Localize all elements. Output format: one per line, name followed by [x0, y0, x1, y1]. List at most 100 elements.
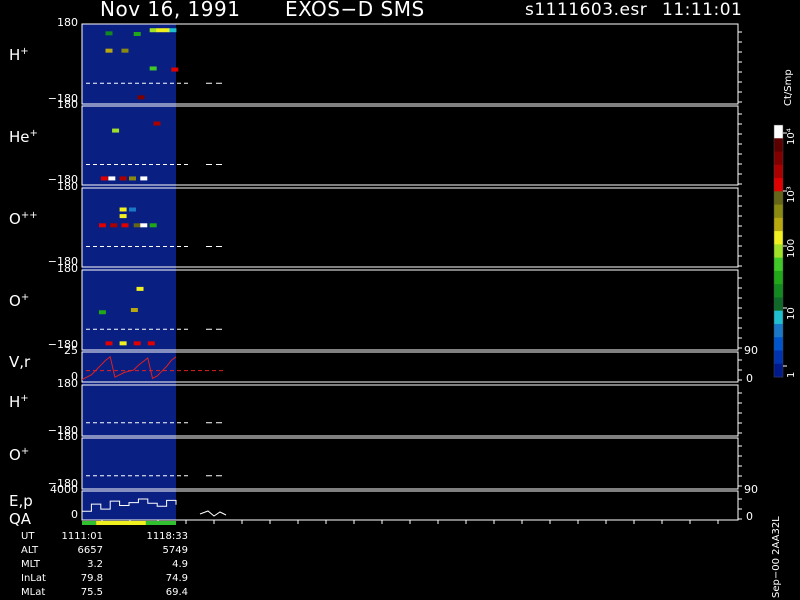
ephemeris-value-end: 5749 [162, 545, 188, 556]
panel-label-O++: O++ [9, 210, 38, 228]
panel-label-superscript: + [20, 392, 29, 404]
data-coverage-region [82, 24, 176, 520]
heatmap-cell-O++ [140, 223, 148, 228]
qa-label: QA [9, 510, 32, 528]
heatmap-cell-H+ [162, 28, 170, 33]
ephemeris-value-start: 79.8 [80, 573, 103, 584]
right-min-tick-Vr: 0 [746, 372, 753, 385]
colorbar-unit-label: Ct/Smp [783, 69, 794, 106]
colorbar-swatch [774, 244, 783, 259]
heatmap-cell-H+ [149, 28, 157, 33]
y-max-tick-O++: 180 [57, 180, 78, 193]
colorbar-tick-label: 10³ [786, 186, 797, 203]
heatmap-cell-He+ [129, 176, 136, 181]
ephemeris-label: ALT [21, 545, 39, 556]
panel-label-text: O [9, 209, 21, 228]
colorbar-tick-label: 10 [786, 307, 797, 320]
colorbar-swatch [774, 164, 783, 179]
ephemeris-value-start: 1111:01 [61, 531, 103, 542]
panel-label-superscript: + [20, 46, 29, 57]
heatmap-cell-H+ [137, 95, 145, 100]
heatmap-cell-O+ [133, 341, 141, 346]
y-max-tick-H+2: 180 [57, 377, 78, 390]
panel-frame-O++ [81, 187, 739, 268]
heatmap-cell-O+ [105, 341, 113, 346]
panel-label-text: H [9, 392, 21, 411]
y-max-tick-H+: 180 [57, 16, 78, 29]
ephemeris-value-end: 1118:33 [146, 531, 188, 542]
y-max-tick-Vr: 25 [64, 344, 78, 357]
heatmap-cell-O++ [110, 223, 118, 228]
heatmap-cell-H+ [156, 28, 164, 33]
colorbar-swatch [774, 191, 783, 206]
colorbar-swatch [774, 350, 783, 365]
ephemeris-label: UT [21, 531, 35, 542]
panel-label-He+: He+ [9, 128, 38, 146]
colorbar-swatch [774, 217, 783, 232]
right-max-tick-Vr: 90 [744, 344, 758, 357]
heatmap-cell-He+ [100, 176, 108, 181]
colorbar-tick-label: 10⁴ [786, 128, 797, 145]
panel-label-text: O [9, 445, 21, 464]
heatmap-cell-O+ [147, 341, 155, 346]
panel-frame-Vr [81, 351, 739, 383]
panel-label-superscript: + [20, 292, 30, 303]
colorbar-swatch [774, 297, 783, 312]
colorbar-swatch [774, 151, 783, 166]
panel-label-text: E,p [9, 492, 33, 510]
heatmap-cell-H+ [133, 32, 141, 36]
ephemeris-value-end: 4.9 [172, 559, 188, 570]
panel-label-text: V,r [9, 353, 31, 371]
heatmap-cell-H+ [121, 48, 129, 53]
panel-label-text: O [9, 292, 21, 310]
qa-bar-segment [82, 521, 97, 525]
heatmap-cell-He+ [153, 121, 161, 126]
panel-frame-H+ [81, 23, 739, 105]
ephemeris-label: InLat [21, 573, 46, 584]
heatmap-cell-O++ [133, 223, 141, 228]
energy-tail-line [199, 510, 227, 517]
plot-id-footer: Sep−00 2AA32L [771, 516, 782, 598]
y-max-tick-Ep: 4000 [50, 483, 78, 496]
heatmap-cell-O++ [119, 207, 127, 212]
heatmap-cell-He+ [112, 128, 120, 133]
heatmap-cell-O+ [119, 341, 127, 346]
colorbar-swatch [774, 178, 783, 192]
colorbar-swatch [774, 125, 783, 139]
heatmap-cell-H+ [171, 67, 179, 72]
heatmap-cell-He+ [108, 176, 116, 181]
panel-label-superscript: + [29, 127, 38, 139]
panel-label-text: He [9, 127, 30, 146]
heatmap-cell-O+ [130, 308, 138, 312]
heatmap-cell-O++ [121, 223, 129, 228]
ephemeris-label: MLat [21, 587, 46, 598]
colorbar-swatch [774, 337, 783, 351]
heatmap-cell-O++ [119, 214, 127, 219]
panel-label-Vr: V,r [9, 353, 30, 371]
right-max-tick-Ep: 90 [744, 483, 758, 496]
panel-frame-Ep [81, 490, 739, 521]
colorbar-swatch [774, 270, 783, 285]
ephemeris-value-start: 6657 [77, 545, 103, 556]
heatmap-cell-H+ [105, 31, 113, 36]
heatmap-cell-H+ [169, 28, 177, 33]
plot-canvas [81, 23, 787, 525]
ephemeris-value-start: 75.5 [80, 587, 103, 598]
panel-frame-O+2 [81, 437, 739, 490]
heatmap-cell-H+ [105, 48, 113, 53]
colorbar-swatch [774, 204, 783, 219]
panel-label-H+2: H+ [9, 393, 29, 411]
colorbar-swatch [774, 284, 783, 298]
heatmap-cell-He+ [140, 176, 148, 181]
heatmap-cell-O++ [98, 223, 106, 228]
heatmap-cell-O++ [129, 207, 136, 212]
heatmap-cell-O+ [98, 310, 106, 315]
panel-frame-He+ [81, 105, 739, 186]
panel-frame-O+ [81, 269, 739, 351]
colorbar-swatch [774, 257, 783, 272]
y-max-tick-O+2: 180 [57, 430, 78, 443]
colorbar-swatch [774, 323, 783, 338]
ephemeris-value-start: 3.2 [87, 559, 103, 570]
y-max-tick-He+: 180 [57, 98, 78, 111]
qa-bar-segment [96, 521, 146, 525]
